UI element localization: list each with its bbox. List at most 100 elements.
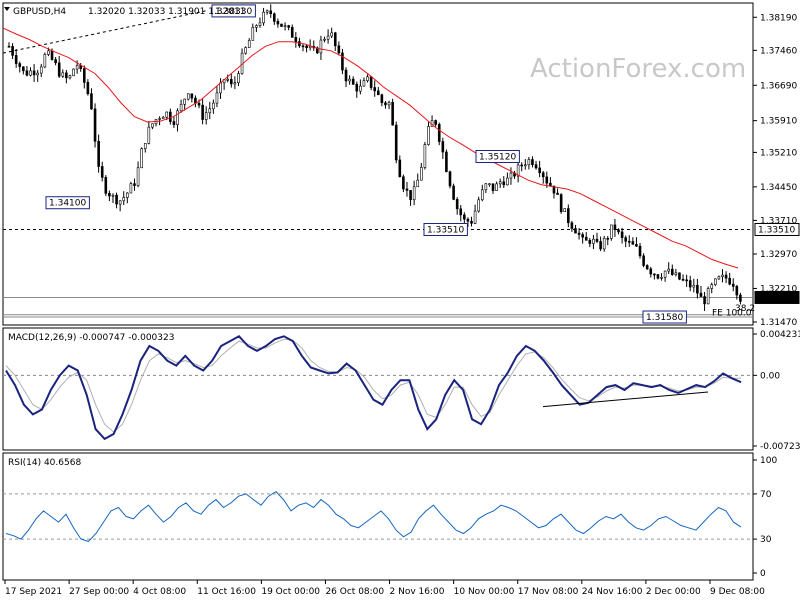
y-tick-label: 1.38190 xyxy=(760,13,797,23)
candle-body xyxy=(455,199,459,210)
candle-body xyxy=(599,241,602,250)
candle-body xyxy=(721,274,724,277)
candle-body xyxy=(613,224,617,231)
candle-body xyxy=(581,234,584,238)
candle-body xyxy=(7,45,11,48)
candle-body xyxy=(574,228,577,234)
candle-body xyxy=(491,183,495,191)
candle-body xyxy=(215,92,219,104)
candle-body xyxy=(344,69,348,82)
x-tick-label: 4 Oct 08:00 xyxy=(133,587,186,597)
y-tick-label: 1.31470 xyxy=(760,318,797,328)
candle-body xyxy=(36,72,39,76)
highlight-tick-label: 1.32011 xyxy=(758,293,795,303)
price-annotation: 1.33510 xyxy=(427,225,464,235)
candle-body xyxy=(255,25,258,28)
candle-body xyxy=(262,11,265,24)
candle-body xyxy=(405,188,409,191)
candle-body xyxy=(226,79,230,81)
candle-body xyxy=(685,279,688,282)
candle-body xyxy=(140,148,143,169)
candle-body xyxy=(656,274,660,279)
candle-body xyxy=(488,183,491,186)
candle-body xyxy=(126,192,129,198)
candle-body xyxy=(699,292,703,297)
candle-body xyxy=(416,179,420,188)
candle-body xyxy=(247,40,251,48)
candle-body xyxy=(588,240,592,244)
candle-body xyxy=(186,93,190,100)
candle-body xyxy=(11,46,14,56)
candle-body xyxy=(731,283,735,287)
candle-body xyxy=(369,76,373,88)
x-tick-label: 26 Oct 08:00 xyxy=(325,587,384,597)
candle-body xyxy=(412,186,416,201)
rsi-y-tick-label: 30 xyxy=(760,535,772,545)
candle-body xyxy=(265,10,269,13)
candle-body xyxy=(280,23,283,27)
candle-body xyxy=(75,65,79,70)
candle-body xyxy=(409,190,412,201)
candle-body xyxy=(323,38,326,41)
rsi-title: RSI(14) 40.6568 xyxy=(8,458,81,468)
candle-body xyxy=(305,45,308,49)
candle-body xyxy=(104,177,108,194)
candle-body xyxy=(93,108,97,142)
candle-body xyxy=(72,68,75,77)
candle-body xyxy=(39,66,43,74)
candle-body xyxy=(90,93,93,110)
candle-body xyxy=(118,200,122,205)
candle-body xyxy=(706,288,710,305)
candle-body xyxy=(43,54,47,68)
candle-body xyxy=(251,27,255,41)
main-pane xyxy=(2,2,754,326)
x-tick-label: 10 Nov 00:00 xyxy=(454,587,515,597)
candle-body xyxy=(463,214,466,220)
candle-body xyxy=(100,166,104,178)
candle-body xyxy=(577,232,581,235)
symbol-label: GBPUSD,H4 xyxy=(13,7,66,17)
candle-body xyxy=(65,72,68,79)
candle-body xyxy=(427,126,430,145)
candle-body xyxy=(287,25,290,28)
candle-body xyxy=(610,224,613,239)
candle-body xyxy=(169,111,172,122)
candle-body xyxy=(290,27,294,38)
candle-body xyxy=(298,41,301,47)
candle-body xyxy=(592,238,595,244)
candle-body xyxy=(179,103,183,112)
candle-body xyxy=(190,93,194,99)
rsi-y-tick-label: 70 xyxy=(760,490,772,500)
candle-body xyxy=(527,159,531,166)
candle-body xyxy=(348,78,351,82)
candle-body xyxy=(337,45,341,54)
candle-body xyxy=(674,272,678,275)
candle-body xyxy=(333,32,337,47)
candle-body xyxy=(359,85,362,92)
candle-body xyxy=(387,101,391,106)
candle-body xyxy=(477,199,480,212)
candle-body xyxy=(61,72,65,77)
candle-body xyxy=(301,45,305,48)
candle-body xyxy=(355,83,359,92)
candle-body xyxy=(549,182,552,187)
candle-body xyxy=(97,140,100,167)
candle-body xyxy=(635,244,638,247)
candle-body xyxy=(445,151,448,173)
candle-body xyxy=(176,110,179,125)
candle-body xyxy=(531,159,534,165)
candle-body xyxy=(739,294,742,302)
candle-body xyxy=(645,265,649,270)
candle-body xyxy=(710,284,714,289)
candle-body xyxy=(165,111,169,118)
candle-body xyxy=(567,208,570,224)
candle-body xyxy=(115,194,118,205)
rsi-y-tick-label: 0 xyxy=(760,569,766,579)
candle-body xyxy=(473,210,477,224)
candle-body xyxy=(172,121,176,125)
candle-body xyxy=(480,189,484,201)
candle-body xyxy=(86,82,90,94)
candle-body xyxy=(244,47,247,54)
candle-body xyxy=(341,52,344,71)
candle-body xyxy=(129,183,133,194)
